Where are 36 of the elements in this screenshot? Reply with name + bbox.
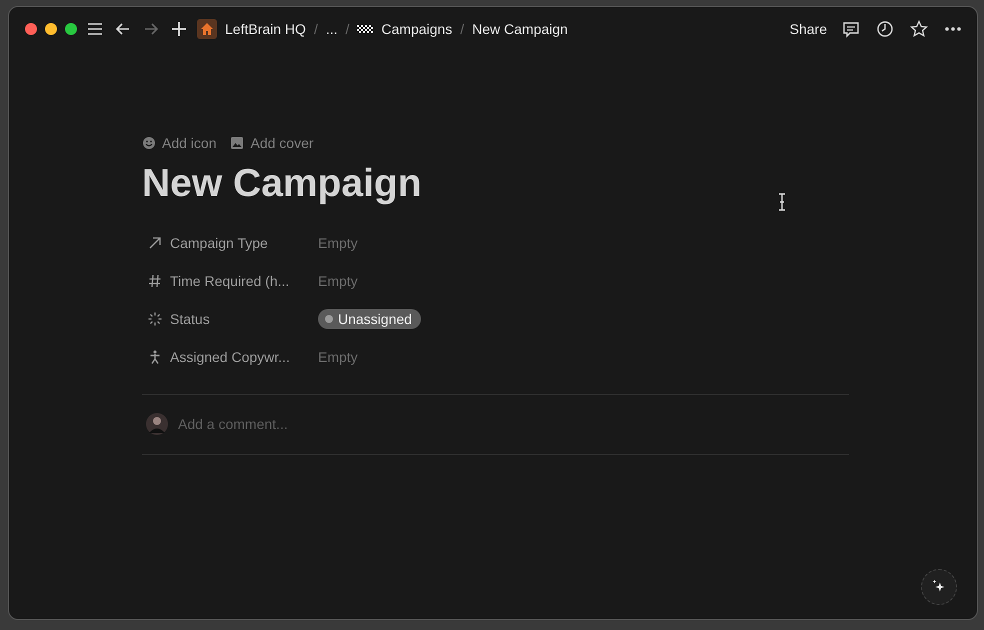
breadcrumb-separator: / — [314, 21, 318, 37]
ai-button[interactable] — [921, 569, 957, 605]
property-value[interactable]: Empty — [318, 272, 358, 289]
share-button[interactable]: Share — [790, 21, 827, 37]
arrow-icon — [148, 236, 162, 250]
checkered-flag-icon — [357, 23, 374, 35]
star-icon[interactable] — [909, 19, 929, 39]
clock-icon[interactable] — [875, 19, 895, 39]
breadcrumb-link[interactable]: Campaigns — [381, 21, 452, 37]
house-icon — [197, 19, 217, 39]
avatar — [146, 413, 168, 436]
plus-icon[interactable] — [169, 19, 189, 39]
breadcrumb-link[interactable]: LeftBrain HQ — [225, 21, 306, 37]
maximize-icon[interactable] — [65, 23, 77, 35]
smiley-icon — [142, 136, 156, 150]
text-cursor-icon — [777, 193, 787, 211]
breadcrumb-link[interactable]: ... — [326, 21, 338, 37]
loading-icon — [148, 312, 162, 326]
minimize-icon[interactable] — [45, 23, 57, 35]
property-label[interactable]: Status — [170, 310, 210, 327]
page-action-link[interactable]: Add icon — [162, 135, 216, 151]
person-icon — [148, 350, 162, 364]
breadcrumb-separator: / — [346, 21, 350, 37]
image-icon — [230, 136, 244, 150]
breadcrumb-link[interactable]: New Campaign — [472, 21, 568, 37]
property-label[interactable]: Assigned Copywr... — [170, 348, 290, 365]
property-value[interactable]: Empty — [318, 348, 358, 365]
page-title[interactable]: New Campaign — [142, 161, 849, 208]
breadcrumb-separator: / — [460, 21, 464, 37]
property-value[interactable]: Empty — [318, 234, 358, 251]
hash-icon — [148, 274, 162, 288]
page-action-link[interactable]: Add cover — [250, 135, 314, 151]
property-label[interactable]: Campaign Type — [170, 234, 268, 251]
close-icon[interactable] — [25, 23, 37, 35]
status-tag[interactable]: Unassigned — [318, 308, 421, 329]
property-label[interactable]: Time Required (h... — [170, 272, 290, 289]
